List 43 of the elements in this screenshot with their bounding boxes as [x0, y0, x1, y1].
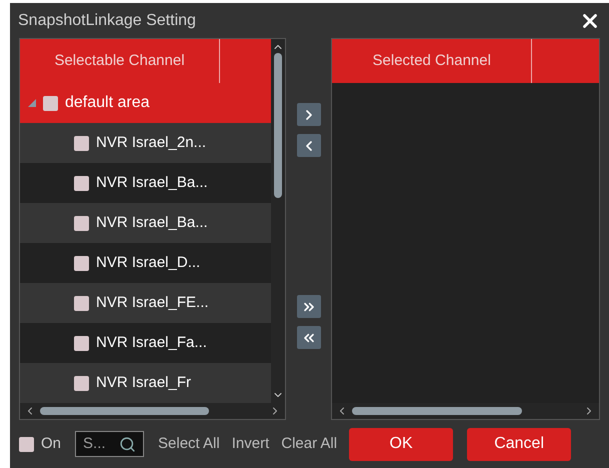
- scrollbar-thumb[interactable]: [274, 53, 282, 198]
- vertical-scrollbar[interactable]: [270, 39, 285, 403]
- tree-label: NVR Israel_2n...: [96, 132, 206, 153]
- checkbox[interactable]: [74, 336, 89, 350]
- action-link[interactable]: Invert: [232, 432, 270, 456]
- tree-label: NVR Israel_Ba...: [96, 172, 208, 193]
- horizontal-scrollbar[interactable]: [20, 403, 285, 419]
- add-all-button[interactable]: [296, 295, 321, 318]
- tree-label: NVR Israel_Fr: [96, 372, 192, 393]
- search-input[interactable]: S...: [83, 432, 114, 456]
- header-label: Selected Channel: [332, 39, 532, 83]
- tree-label: NVR Israel_Ba...: [96, 212, 208, 233]
- checkbox[interactable]: [74, 256, 89, 270]
- checkbox[interactable]: [74, 216, 89, 230]
- add-button[interactable]: [296, 103, 321, 126]
- checkbox[interactable]: [43, 96, 58, 110]
- checkbox[interactable]: [19, 436, 34, 452]
- tree-label: NVR Israel_D...: [96, 252, 200, 273]
- on-label: On: [41, 434, 62, 454]
- action-link[interactable]: Clear All: [281, 432, 338, 456]
- remove-all-button[interactable]: [296, 326, 321, 349]
- checkbox[interactable]: [74, 176, 89, 190]
- tree-row[interactable]: NVR Israel_FE...: [20, 283, 271, 323]
- search-icon[interactable]: [119, 436, 136, 452]
- checkbox[interactable]: [74, 376, 89, 390]
- scrollbar-thumb[interactable]: [352, 407, 522, 415]
- ok-button[interactable]: OK: [349, 428, 454, 460]
- tree-label: NVR Israel_Fa...: [96, 332, 207, 353]
- tree-row[interactable]: NVR Israel_2n...: [20, 123, 271, 163]
- tree-label: NVR Israel_FE...: [96, 292, 209, 313]
- tree-row[interactable]: default area: [20, 83, 271, 123]
- checkbox[interactable]: [74, 296, 89, 310]
- scrollbar-thumb[interactable]: [40, 407, 209, 415]
- remove-button[interactable]: [296, 134, 321, 157]
- search-field[interactable]: S...: [75, 431, 144, 457]
- window-title: SnapshotLinkage Setting: [18, 10, 196, 30]
- tree-row[interactable]: NVR Israel_Ba...: [20, 203, 271, 243]
- checkbox[interactable]: [74, 136, 89, 150]
- horizontal-scrollbar[interactable]: [332, 403, 599, 419]
- action-link[interactable]: Select All: [158, 432, 220, 456]
- tree-row[interactable]: NVR Israel_Fr: [20, 363, 271, 403]
- cancel-button[interactable]: Cancel: [467, 428, 572, 460]
- tree-label: default area: [65, 93, 150, 113]
